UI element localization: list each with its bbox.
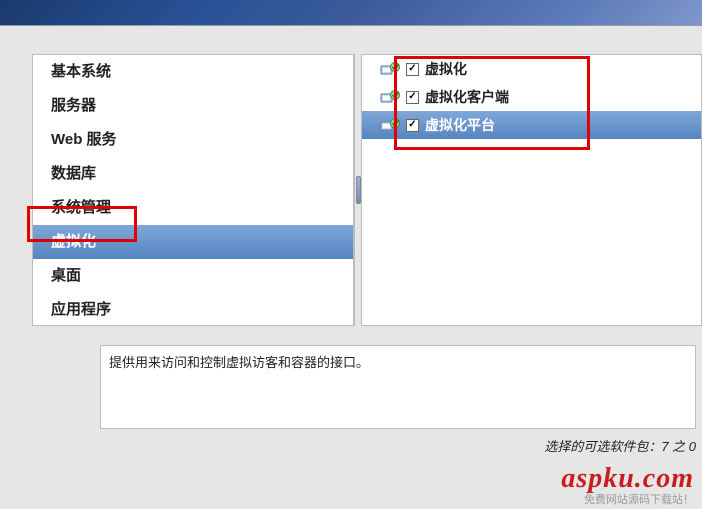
category-item-virtualization[interactable]: 虚拟化 (33, 225, 353, 259)
category-item-web-services[interactable]: Web 服务 (33, 123, 353, 157)
category-item-system-management[interactable]: 系统管理 (33, 191, 353, 225)
package-group-icon (380, 89, 400, 105)
description-box: 提供用来访问和控制虚拟访客和容器的接口。 (100, 345, 696, 429)
package-item-virtualization-client[interactable]: ✓ 虚拟化客户端 (362, 83, 701, 111)
category-item-desktop[interactable]: 桌面 (33, 259, 353, 293)
package-label: 虚拟化 (425, 59, 467, 79)
package-list: ✓ 虚拟化 ✓ 虚拟化客户端 (362, 54, 702, 326)
optional-packages-status: 选择的可选软件包：7 之 0 (100, 436, 696, 455)
category-item-basic-system[interactable]: 基本系统 (33, 55, 353, 89)
watermark: aspku.com 免费网站源码下载站！ (561, 463, 694, 507)
panel-splitter[interactable] (354, 54, 362, 326)
category-item-applications[interactable]: 应用程序 (33, 293, 353, 326)
category-list: 基本系统 服务器 Web 服务 数据库 系统管理 虚拟化 桌面 应用程序 开发 (32, 54, 354, 326)
category-item-databases[interactable]: 数据库 (33, 157, 353, 191)
package-checkbox[interactable]: ✓ (406, 63, 419, 76)
package-label: 虚拟化客户端 (425, 87, 509, 107)
package-group-icon (380, 61, 400, 77)
splitter-grip-icon (356, 176, 361, 204)
watermark-subtitle: 免费网站源码下载站！ (561, 491, 694, 507)
description-text: 提供用来访问和控制虚拟访客和容器的接口。 (109, 355, 369, 370)
category-item-servers[interactable]: 服务器 (33, 89, 353, 123)
package-group-icon (380, 117, 400, 133)
package-item-virtualization-platform[interactable]: ✓ 虚拟化平台 (362, 111, 701, 139)
package-checkbox[interactable]: ✓ (406, 91, 419, 104)
window-title-bar (0, 0, 702, 26)
package-label: 虚拟化平台 (425, 115, 495, 135)
package-checkbox[interactable]: ✓ (406, 119, 419, 132)
package-item-virtualization[interactable]: ✓ 虚拟化 (362, 55, 701, 83)
watermark-logo: aspku.com (561, 463, 694, 495)
main-content: 基本系统 服务器 Web 服务 数据库 系统管理 虚拟化 桌面 应用程序 开发 … (0, 26, 702, 326)
